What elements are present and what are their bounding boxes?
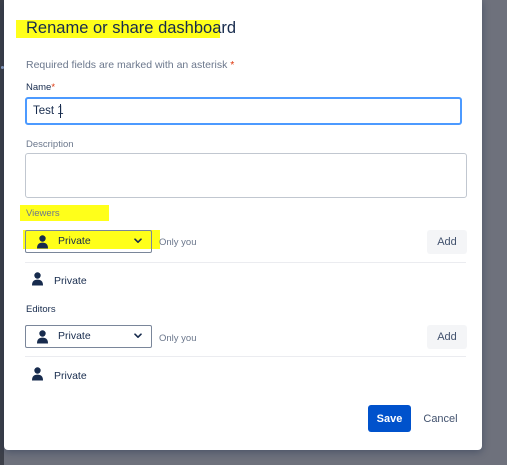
person-icon [32, 272, 43, 286]
viewers-select-value: Private [58, 235, 91, 247]
rename-share-dialog: Rename or share dashboard Required field… [4, 0, 482, 450]
viewers-select[interactable]: Private [25, 230, 152, 253]
viewer-entry-label: Private [54, 275, 87, 287]
required-asterisk: * [230, 59, 235, 71]
editors-scope-hint: Only you [159, 333, 197, 344]
name-label: Name* [26, 82, 55, 93]
name-label-text: Name [26, 82, 52, 93]
chevron-down-icon [134, 333, 142, 338]
viewers-scope-hint: Only you [159, 237, 197, 248]
description-input[interactable] [25, 153, 467, 198]
viewers-add-button[interactable]: Add [427, 230, 467, 254]
chevron-down-icon [134, 238, 142, 243]
editors-label: Editors [26, 304, 56, 315]
viewers-divider [25, 262, 466, 263]
person-icon [37, 330, 48, 344]
cancel-button[interactable]: Cancel [417, 405, 464, 432]
text-cursor [60, 104, 61, 118]
required-fields-note: Required fields are marked with an aster… [26, 59, 234, 71]
viewers-label: Viewers [26, 208, 60, 219]
editors-select-value: Private [58, 330, 91, 342]
editor-entry-label: Private [54, 370, 87, 382]
name-input[interactable] [25, 97, 462, 125]
person-icon [32, 367, 43, 381]
required-note-text: Required fields are marked with an aster… [26, 59, 228, 71]
editors-select[interactable]: Private [25, 325, 152, 348]
description-label: Description [26, 139, 74, 150]
person-icon [37, 235, 48, 249]
editors-divider [25, 356, 466, 357]
name-required-asterisk: * [51, 82, 56, 93]
editors-add-button[interactable]: Add [427, 325, 467, 349]
dialog-title: Rename or share dashboard [26, 19, 237, 37]
save-button[interactable]: Save [368, 405, 411, 432]
